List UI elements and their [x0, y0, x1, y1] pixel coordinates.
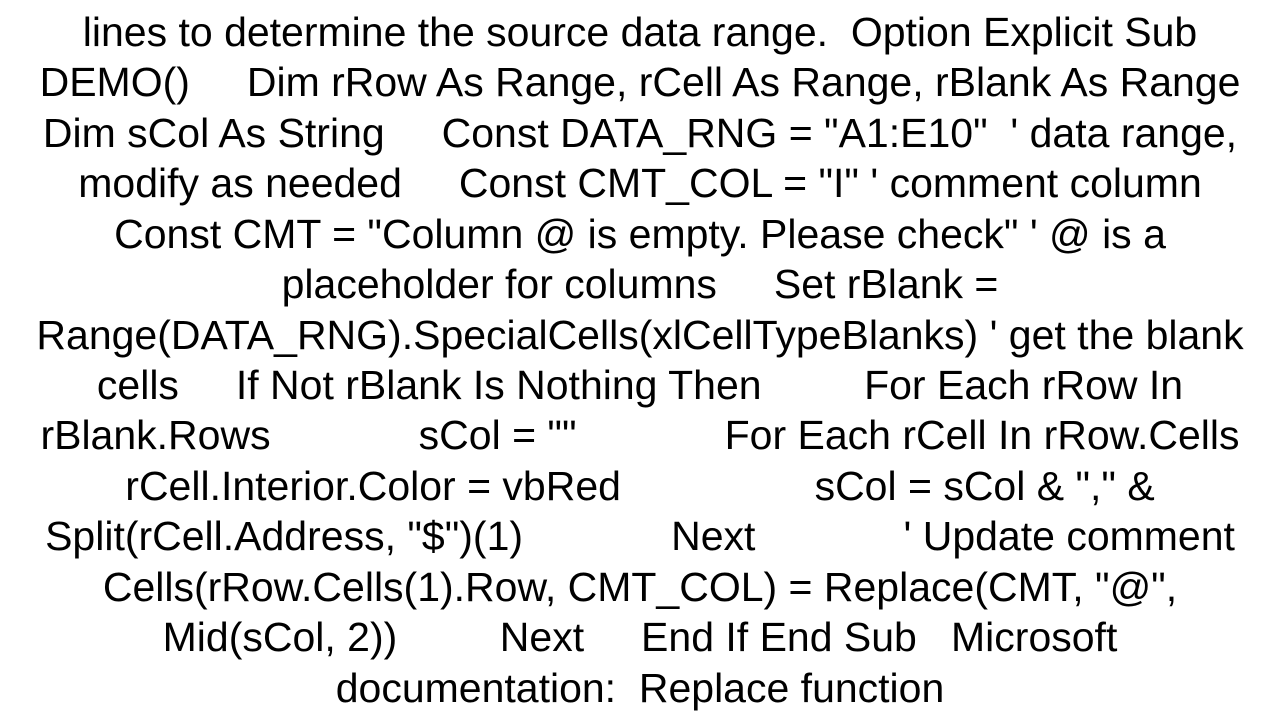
- code-text-block: lines to determine the source data range…: [20, 7, 1260, 713]
